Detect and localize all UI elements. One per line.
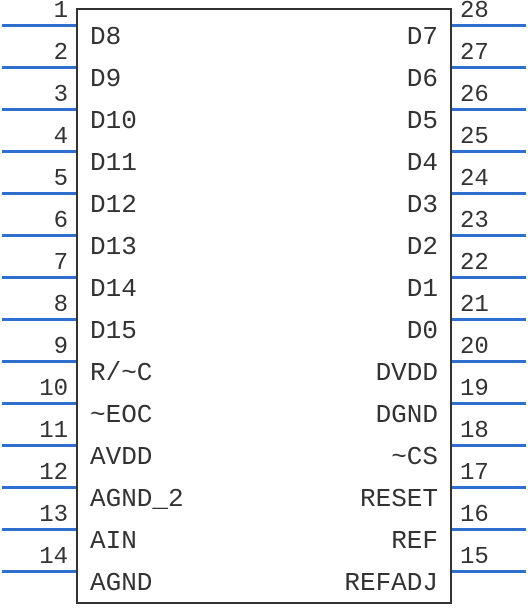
pin-number: 24 xyxy=(460,166,520,193)
pin-21: 21D0 xyxy=(0,294,528,336)
pin-wire xyxy=(452,402,526,405)
pin-wire xyxy=(452,360,526,363)
pin-number: 23 xyxy=(460,208,520,235)
pin-27: 27D6 xyxy=(0,42,528,84)
pin-23: 23D2 xyxy=(0,210,528,252)
pin-wire xyxy=(452,150,526,153)
pin-wire xyxy=(452,276,526,279)
pin-20: 20DVDD xyxy=(0,336,528,378)
pin-26: 26D5 xyxy=(0,84,528,126)
pin-25: 25D4 xyxy=(0,126,528,168)
pin-wire xyxy=(452,24,526,27)
pin-28: 28D7 xyxy=(0,0,528,42)
pin-number: 22 xyxy=(460,250,520,277)
pin-wire xyxy=(452,66,526,69)
pin-24: 24D3 xyxy=(0,168,528,210)
pin-number: 15 xyxy=(460,544,520,571)
pin-number: 17 xyxy=(460,460,520,487)
pin-16: 16REF xyxy=(0,504,528,546)
pin-number: 21 xyxy=(460,292,520,319)
pin-wire xyxy=(452,234,526,237)
pin-18: 18~CS xyxy=(0,420,528,462)
pin-number: 20 xyxy=(460,334,520,361)
pin-wire xyxy=(452,108,526,111)
pin-15: 15REFADJ xyxy=(0,546,528,588)
pin-wire xyxy=(452,444,526,447)
pin-number: 27 xyxy=(460,40,520,67)
pin-wire xyxy=(452,570,526,573)
pin-17: 17RESET xyxy=(0,462,528,504)
pin-number: 25 xyxy=(460,124,520,151)
pin-label: REFADJ xyxy=(344,568,438,598)
pin-19: 19DGND xyxy=(0,378,528,420)
pin-number: 28 xyxy=(460,0,520,25)
pin-number: 19 xyxy=(460,376,520,403)
pin-wire xyxy=(452,318,526,321)
pin-number: 16 xyxy=(460,502,520,529)
pin-wire xyxy=(452,528,526,531)
pin-wire xyxy=(452,192,526,195)
pin-wire xyxy=(452,486,526,489)
pin-22: 22D1 xyxy=(0,252,528,294)
pin-number: 26 xyxy=(460,82,520,109)
pin-number: 18 xyxy=(460,418,520,445)
